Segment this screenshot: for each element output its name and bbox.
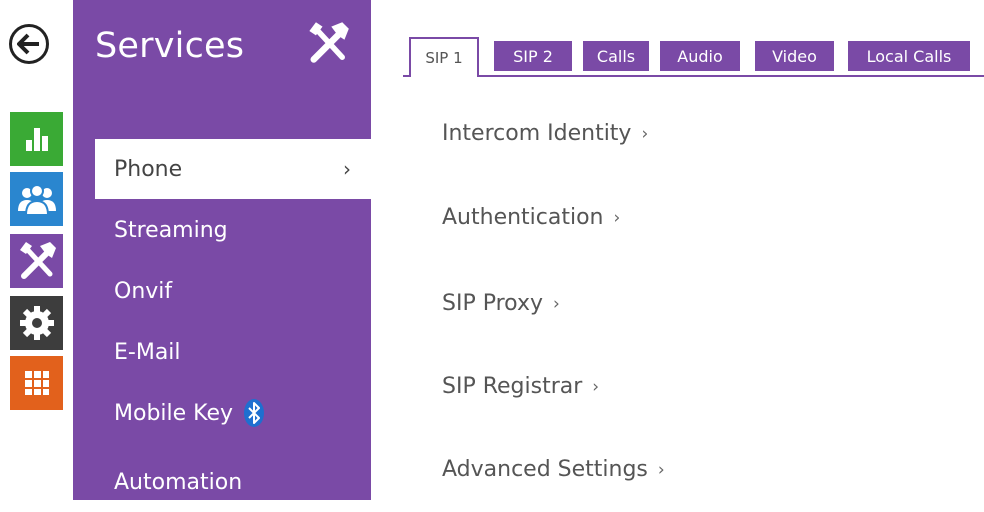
tabs-divider <box>403 75 984 77</box>
sidebar-item-streaming[interactable]: Streaming <box>73 200 371 260</box>
sip-proxy-link[interactable]: SIP Proxy › <box>442 291 560 316</box>
nav-directory-button[interactable] <box>10 172 63 226</box>
advanced-settings-link[interactable]: Advanced Settings › <box>442 457 665 482</box>
intercom-identity-link[interactable]: Intercom Identity › <box>442 121 648 146</box>
link-label: SIP Proxy <box>442 291 543 316</box>
bar-chart-icon <box>25 128 48 151</box>
nav-status-button[interactable] <box>10 112 63 166</box>
nav-hardware-button[interactable] <box>10 296 63 350</box>
back-button[interactable] <box>9 24 49 64</box>
chevron-right-icon: › <box>552 293 560 314</box>
link-label: Authentication <box>442 205 604 230</box>
tab-audio[interactable]: Audio <box>660 41 740 71</box>
tab-sip-1[interactable]: SIP 1 <box>409 37 479 77</box>
gear-icon <box>19 306 54 340</box>
sidebar-item-email[interactable]: E-Mail <box>73 322 371 382</box>
chevron-right-icon: › <box>657 459 665 480</box>
sidebar-item-label: Mobile Key <box>114 400 234 426</box>
sidebar-title: Services <box>95 26 245 66</box>
tab-calls[interactable]: Calls <box>583 41 649 71</box>
tools-icon <box>305 20 351 70</box>
tools-icon <box>19 242 56 279</box>
chevron-right-icon: › <box>641 123 649 144</box>
main-nav-rail <box>0 0 72 500</box>
link-label: SIP Registrar <box>442 374 583 399</box>
bluetooth-icon <box>243 398 265 428</box>
services-sidebar: Services Phone › Streaming Onvif E-Mail … <box>73 0 371 500</box>
chevron-right-icon: › <box>613 207 621 228</box>
sidebar-item-label: Automation <box>114 469 243 495</box>
sip-registrar-link[interactable]: SIP Registrar › <box>442 374 599 399</box>
nav-services-button[interactable] <box>10 234 63 288</box>
sidebar-item-label: Onvif <box>114 278 173 304</box>
back-icon <box>17 33 39 55</box>
tab-sip-2[interactable]: SIP 2 <box>494 41 572 71</box>
link-label: Advanced Settings <box>442 457 648 482</box>
sidebar-item-automation[interactable]: Automation <box>73 452 371 512</box>
phone-tabs: SIP 1 SIP 2 Calls Audio Video Local Call… <box>403 34 984 78</box>
sidebar-item-mobile-key[interactable]: Mobile Key <box>73 383 371 443</box>
chevron-right-icon: › <box>592 376 600 397</box>
sidebar-item-label: Streaming <box>114 217 228 243</box>
sidebar-item-label: E-Mail <box>114 339 181 365</box>
grid-icon <box>24 371 49 395</box>
link-label: Intercom Identity <box>442 121 632 146</box>
sidebar-item-onvif[interactable]: Onvif <box>73 261 371 321</box>
tab-local-calls[interactable]: Local Calls <box>848 41 970 71</box>
users-icon <box>17 184 56 216</box>
authentication-link[interactable]: Authentication › <box>442 205 620 230</box>
nav-system-button[interactable] <box>10 356 63 410</box>
sidebar-item-label: Phone <box>114 156 183 182</box>
sidebar-item-phone[interactable]: Phone › <box>95 139 371 199</box>
tab-video[interactable]: Video <box>755 41 834 71</box>
chevron-right-icon: › <box>343 157 351 181</box>
